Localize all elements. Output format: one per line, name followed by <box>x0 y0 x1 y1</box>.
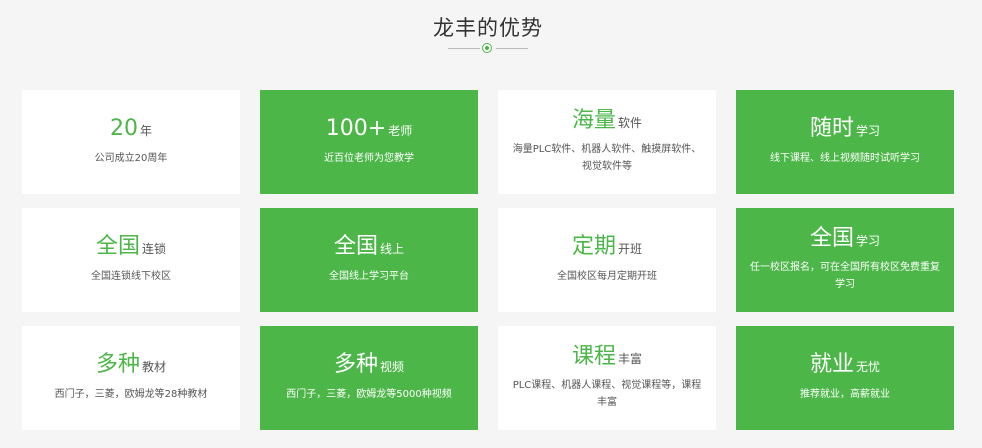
card-big-text: 100+ <box>325 116 387 142</box>
card-headline: 全国 学习 <box>809 225 881 251</box>
advantages-grid: 20 年 公司成立20周年 100+ 老师 近百位老师为您教学 海量 软件 海量PLC… <box>22 90 954 430</box>
card-headline: 全国 线上 <box>334 235 404 259</box>
card-description: 任一校区报名，可在全国所有校区免费重复学习 <box>750 262 940 291</box>
card-small-text: 线上 <box>380 242 405 257</box>
card-description: 全国线上学习平台 <box>329 270 409 282</box>
divider-line-left <box>448 48 480 49</box>
card-big-text: 就业 <box>809 352 854 378</box>
advantage-card[interactable]: 多种 教材 西门子，三菱，欧姆龙等28种教材 <box>22 326 240 430</box>
advantage-card[interactable]: 20 年 公司成立20周年 <box>22 90 240 194</box>
advantage-card[interactable]: 多种 视频 西门子，三菱，欧姆龙等5000种视频 <box>260 326 478 430</box>
card-small-text: 年 <box>139 124 152 139</box>
card-headline: 课程 丰富 <box>571 343 643 369</box>
card-small-text: 丰富 <box>618 351 643 366</box>
card-big-text: 全国 <box>333 234 378 260</box>
card-description: 全国连锁线下校区 <box>91 270 171 282</box>
card-small-text: 开班 <box>618 242 643 257</box>
card-small-text: 学习 <box>856 233 881 248</box>
card-headline: 海量 软件 <box>571 107 643 133</box>
divider-dot-icon <box>482 43 492 53</box>
card-description: 海量PLC软件、机器人软件、触摸屏软件、视觉软件等 <box>512 144 702 173</box>
card-description: 西门子，三菱，欧姆龙等5000种视频 <box>286 388 452 400</box>
card-big-text: 海量 <box>571 107 616 133</box>
card-description: PLC课程、机器人课程、视觉课程等，课程丰富 <box>512 380 702 409</box>
card-small-text: 老师 <box>388 124 413 139</box>
card-big-text: 定期 <box>571 234 616 260</box>
advantage-card[interactable]: 全国 线上 全国线上学习平台 <box>260 208 478 312</box>
card-small-text: 学习 <box>856 124 881 139</box>
card-description: 推荐就业，高薪就业 <box>800 388 890 400</box>
advantage-card[interactable]: 全国 学习 任一校区报名，可在全国所有校区免费重复学习 <box>736 208 954 312</box>
card-small-text: 无忧 <box>856 360 881 375</box>
card-headline: 多种 教材 <box>96 353 166 377</box>
card-big-text: 多种 <box>95 352 140 378</box>
card-headline: 就业 无忧 <box>810 353 880 377</box>
advantage-card[interactable]: 随时 学习 线下课程、线上视频随时试听学习 <box>736 90 954 194</box>
advantage-card[interactable]: 海量 软件 海量PLC软件、机器人软件、触摸屏软件、视觉软件等 <box>498 90 716 194</box>
card-big-text: 多种 <box>333 352 378 378</box>
card-headline: 20 年 <box>110 117 152 141</box>
title-divider <box>448 42 528 54</box>
card-description: 公司成立20周年 <box>94 152 168 164</box>
card-headline: 全国 连锁 <box>96 235 166 259</box>
card-big-text: 全国 <box>809 225 854 251</box>
card-headline: 多种 视频 <box>334 353 404 377</box>
card-headline: 定期 开班 <box>572 235 642 259</box>
card-big-text: 随时 <box>809 116 854 142</box>
card-small-text: 软件 <box>618 115 643 130</box>
advantage-card[interactable]: 定期 开班 全国校区每月定期开班 <box>498 208 716 312</box>
advantage-card[interactable]: 课程 丰富 PLC课程、机器人课程、视觉课程等，课程丰富 <box>498 326 716 430</box>
card-description: 全国校区每月定期开班 <box>557 270 657 282</box>
card-small-text: 视频 <box>380 360 405 375</box>
card-headline: 随时 学习 <box>810 117 880 141</box>
divider-line-right <box>496 48 528 49</box>
card-big-text: 全国 <box>95 234 140 260</box>
advantage-card[interactable]: 就业 无忧 推荐就业，高薪就业 <box>736 326 954 430</box>
card-headline: 100+ 老师 <box>326 117 412 141</box>
advantage-card[interactable]: 100+ 老师 近百位老师为您教学 <box>260 90 478 194</box>
advantage-card[interactable]: 全国 连锁 全国连锁线下校区 <box>22 208 240 312</box>
card-small-text: 教材 <box>142 360 167 375</box>
card-small-text: 连锁 <box>142 242 167 257</box>
card-description: 近百位老师为您教学 <box>324 152 414 164</box>
card-big-text: 20 <box>109 116 138 142</box>
card-description: 线下课程、线上视频随时试听学习 <box>770 152 920 164</box>
section-title: 龙丰的优势 <box>433 16 543 40</box>
card-description: 西门子，三菱，欧姆龙等28种教材 <box>54 388 208 400</box>
card-big-text: 课程 <box>571 343 616 369</box>
